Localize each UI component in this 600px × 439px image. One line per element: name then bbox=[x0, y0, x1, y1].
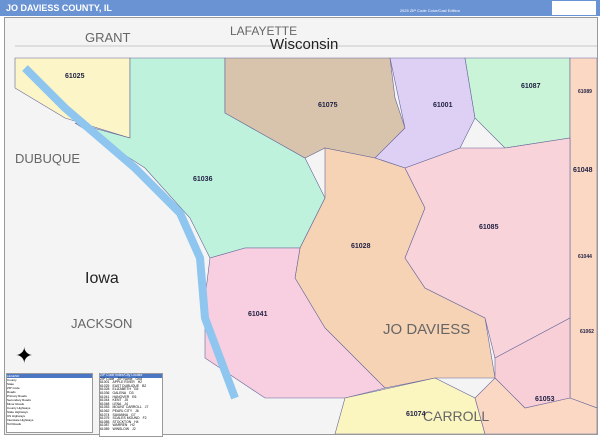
place-grant: GRANT bbox=[85, 30, 131, 45]
header-bar: JO DAVIESS COUNTY, IL 2025 ZIP Code Colo… bbox=[0, 0, 600, 16]
zip-regions bbox=[5, 18, 598, 435]
compass-rose-icon: ✦ bbox=[15, 343, 34, 368]
zip-label: 61025 bbox=[65, 73, 85, 80]
zip-label: 61044 bbox=[578, 254, 592, 260]
table-cell: 61089 bbox=[100, 426, 110, 431]
table-cell: G5 bbox=[133, 387, 139, 392]
zip-index-table: ZIP Code Index/City Locator ZIP Code ZIP … bbox=[99, 373, 163, 437]
zip-label: 61041 bbox=[248, 311, 268, 318]
place-iowa: Iowa bbox=[85, 270, 119, 287]
table-row: 61089 WINSLOW J2 bbox=[100, 426, 162, 432]
map-title: JO DAVIESS COUNTY, IL bbox=[6, 3, 112, 13]
edition-label: 2025 ZIP Code Color/Cast Edition bbox=[399, 8, 460, 13]
table-cell: F2 bbox=[142, 416, 147, 421]
table-cell: J2 bbox=[132, 426, 136, 431]
table-cell: B2 bbox=[142, 383, 147, 388]
table-cell: J7 bbox=[144, 405, 149, 410]
place-wisconsin: Wisconsin bbox=[270, 36, 339, 53]
brand-logo bbox=[552, 1, 596, 15]
zip-label: 61075 bbox=[318, 102, 338, 109]
zip-label: 61089 bbox=[578, 89, 592, 95]
zip-label: 61053 bbox=[535, 396, 555, 403]
zip-61048-region bbox=[569, 57, 598, 409]
zip-label: 61036 bbox=[193, 176, 213, 183]
place-jackson: JACKSON bbox=[71, 316, 133, 331]
place-jo-daviess: JO DAVIESS bbox=[383, 321, 471, 338]
table-cell: E6 bbox=[132, 394, 137, 399]
zip-label: 61028 bbox=[351, 243, 371, 250]
table-cell: WINSLOW bbox=[112, 426, 130, 431]
zip-label: 61085 bbox=[479, 224, 499, 231]
zip-label: 61048 bbox=[573, 167, 593, 174]
legend-item: Toll Roads bbox=[7, 422, 22, 426]
legend: LEGEND County State ZIP Code Roads Prima… bbox=[6, 373, 93, 433]
zip-label: 61074 bbox=[406, 411, 426, 418]
zip-label: 61062 bbox=[580, 329, 594, 335]
zip-label: 61087 bbox=[521, 83, 541, 90]
zip-label: 61001 bbox=[433, 102, 453, 109]
place-carroll: CARROLL bbox=[423, 408, 490, 424]
map-area[interactable]: GRANT LAFAYETTE Wisconsin DUBUQUE Iowa J… bbox=[4, 17, 598, 435]
place-dubuque: DUBUQUE bbox=[15, 151, 81, 166]
